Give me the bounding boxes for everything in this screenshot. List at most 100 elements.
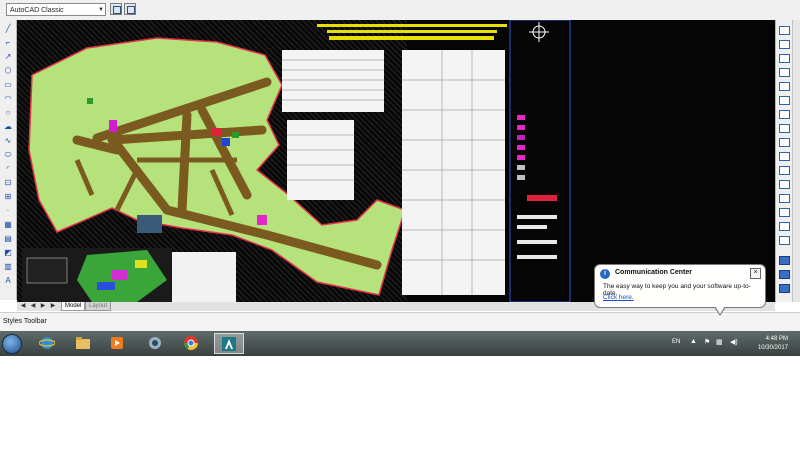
landmark-block	[212, 128, 222, 136]
workspace-select-value: AutoCAD Classic	[10, 7, 64, 14]
line-icon[interactable]: ╱	[3, 24, 13, 34]
polyline-icon[interactable]: ⌐	[3, 38, 13, 48]
landmark-block	[222, 138, 230, 146]
styles-toolbar-label: Styles Toolbar	[3, 318, 47, 325]
clock-time: 4:48 PM	[765, 336, 788, 342]
landmark-block	[257, 215, 267, 225]
construction-line-icon[interactable]: ↗	[3, 52, 13, 62]
make-block-icon[interactable]: ⊞	[3, 192, 13, 202]
polygon-icon[interactable]: ⬡	[3, 66, 13, 76]
landmark-block	[137, 215, 162, 233]
close-icon[interactable]: ×	[750, 268, 761, 279]
explode-icon[interactable]	[779, 236, 790, 245]
array-icon[interactable]	[779, 82, 790, 91]
balloon-tail	[714, 306, 726, 316]
insert-block-icon[interactable]: ⊡	[3, 178, 13, 188]
circle-icon[interactable]: ○	[3, 108, 13, 118]
drawing-canvas[interactable]	[17, 20, 775, 302]
spline-icon[interactable]: ∿	[3, 136, 13, 146]
north-arrow	[529, 22, 549, 42]
index-table	[287, 120, 354, 200]
workspace-toolbar: AutoCAD Classic ▼	[0, 0, 800, 21]
taskbar-chrome[interactable]	[180, 333, 202, 354]
rotate-icon[interactable]	[779, 110, 790, 119]
taskbar-explorer[interactable]	[72, 333, 94, 354]
chevron-down-icon: ▼	[98, 7, 104, 13]
rectangle-icon[interactable]: ▭	[3, 80, 13, 90]
landmark-block	[87, 98, 93, 104]
landmark-block	[109, 120, 117, 132]
layer-states-icon[interactable]	[779, 270, 790, 279]
taskbar-media[interactable]	[106, 333, 128, 354]
taskbar-app[interactable]	[144, 333, 166, 354]
language-indicator[interactable]: EN	[672, 339, 680, 345]
info-icon: i	[600, 269, 610, 279]
copy-icon[interactable]	[779, 40, 790, 49]
show-hidden-icons[interactable]: ▲	[690, 338, 697, 345]
stretch-icon[interactable]	[779, 138, 790, 147]
chamfer-icon[interactable]	[779, 208, 790, 217]
workspace-select[interactable]: AutoCAD Classic ▼	[6, 3, 106, 16]
legend-swatches	[517, 115, 557, 259]
region-icon[interactable]: ◩	[3, 248, 13, 258]
hatch-icon[interactable]: ▦	[3, 220, 13, 230]
revision-cloud-icon[interactable]: ☁	[3, 122, 13, 132]
land-use-table	[282, 50, 384, 112]
volume-icon[interactable]: ◀)	[730, 338, 738, 346]
point-icon[interactable]: ·	[3, 206, 13, 216]
tab-next-icon[interactable]: ▶	[39, 302, 47, 311]
autocad-icon	[222, 337, 236, 351]
erase-icon[interactable]	[779, 26, 790, 35]
landmark-block	[232, 132, 239, 138]
scale-icon[interactable]	[779, 124, 790, 133]
tab-model[interactable]: Model	[61, 302, 86, 311]
tab-layout[interactable]: Layout	[85, 302, 112, 311]
clock[interactable]: 4:48 PM 10/30/2017	[738, 335, 788, 353]
tab-last-icon[interactable]: ▶	[49, 302, 57, 311]
legend-frame	[509, 20, 571, 302]
sheet-title	[317, 24, 507, 40]
balloon-title: Communication Center	[615, 269, 693, 276]
app-icon	[149, 337, 161, 349]
start-button[interactable]	[2, 334, 22, 354]
clock-date: 10/30/2017	[757, 345, 788, 351]
tab-first-icon[interactable]: ◀	[19, 302, 27, 311]
multiline-text-icon[interactable]: A	[3, 276, 13, 286]
inset-table	[172, 252, 236, 302]
layer-previous-icon[interactable]	[779, 284, 790, 293]
ellipse-icon[interactable]: ⬭	[3, 150, 13, 160]
autocad-window: AutoCAD Classic ▼ ╱ ⌐ ↗ ⬡ ▭ ◠ ○ ☁ ∿ ⬭ ◜ …	[0, 0, 800, 356]
master-plan-drawing	[22, 20, 571, 302]
move-icon[interactable]	[779, 96, 790, 105]
arc-icon[interactable]: ◠	[3, 94, 13, 104]
chrome-icon	[184, 336, 198, 350]
mirror-icon[interactable]	[779, 54, 790, 63]
action-center-flag-icon[interactable]: ⚑	[704, 338, 710, 346]
balloon-link[interactable]: Click here.	[603, 294, 634, 301]
break-icon[interactable]	[779, 180, 790, 189]
gradient-icon[interactable]: ▤	[3, 234, 13, 244]
coordinate-table	[402, 50, 505, 295]
taskbar-ie[interactable]	[36, 333, 58, 354]
join-icon[interactable]	[779, 194, 790, 203]
tab-prev-icon[interactable]: ◀	[29, 302, 37, 311]
taskbar-autocad[interactable]	[214, 333, 244, 354]
ellipse-arc-icon[interactable]: ◜	[3, 164, 13, 174]
offset-icon[interactable]	[779, 68, 790, 77]
workspace-settings-icon[interactable]	[110, 3, 122, 15]
vertical-scrollbar[interactable]	[792, 20, 800, 302]
workspace-lock-icon[interactable]	[124, 3, 136, 15]
folder-icon	[76, 337, 90, 349]
extend-icon[interactable]	[779, 166, 790, 175]
trim-icon[interactable]	[779, 152, 790, 161]
table-icon[interactable]: ▥	[3, 262, 13, 272]
media-player-icon	[111, 337, 123, 349]
modify-toolbar	[775, 20, 793, 302]
communication-center-balloon: i Communication Center × The easy way to…	[594, 264, 766, 316]
fillet-icon[interactable]	[779, 222, 790, 231]
internet-explorer-icon	[39, 337, 55, 349]
layer-icon[interactable]	[779, 256, 790, 265]
draw-toolbar: ╱ ⌐ ↗ ⬡ ▭ ◠ ○ ☁ ∿ ⬭ ◜ ⊡ ⊞ · ▦ ▤ ◩ ▥ A	[0, 20, 17, 300]
status-bar: Styles Toolbar	[0, 312, 800, 331]
network-icon[interactable]: ▦	[716, 338, 723, 346]
